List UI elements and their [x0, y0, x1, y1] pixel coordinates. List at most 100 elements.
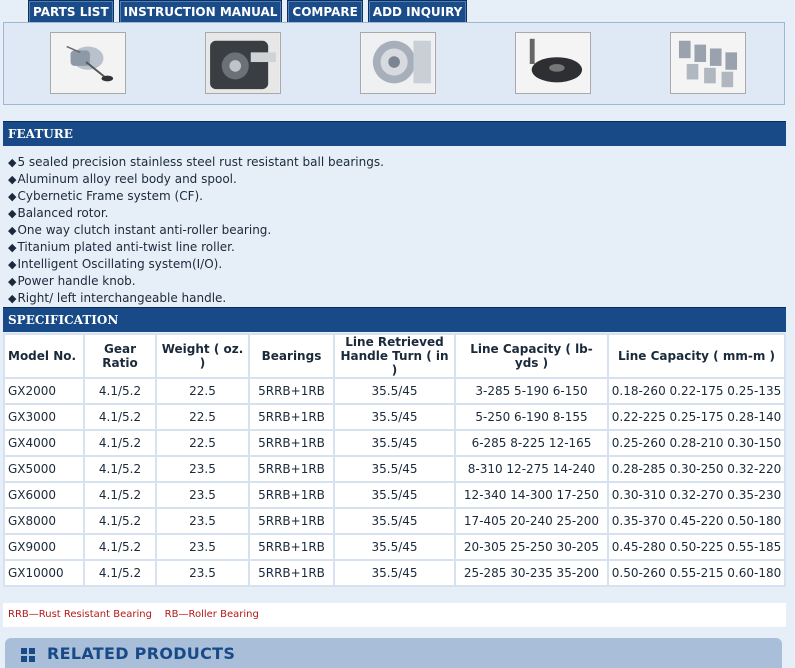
table-cell: 0.22-225 0.25-175 0.28-140 — [609, 405, 784, 429]
instruction-manual-button[interactable]: INSTRUCTION MANUAL — [118, 0, 283, 24]
feature-item: ◆Intelligent Oscillating system(I/O). — [8, 256, 384, 273]
table-cell: GX8000 — [5, 509, 83, 533]
table-cell: GX6000 — [5, 483, 83, 507]
feature-item-text: Cybernetic Frame system (CF). — [17, 189, 203, 203]
diamond-bullet-icon: ◆ — [8, 258, 17, 271]
table-cell: 0.35-370 0.45-220 0.50-180 — [609, 509, 784, 533]
feature-item: ◆One way clutch instant anti-roller bear… — [8, 222, 384, 239]
feature-item: ◆5 sealed precision stainless steel rust… — [8, 154, 384, 171]
table-cell: 35.5/45 — [335, 509, 454, 533]
parts-list-button[interactable]: PARTS LIST — [28, 0, 114, 24]
col-bearings: Bearings — [250, 335, 333, 377]
feature-item-text: Titanium plated anti-twist line roller. — [17, 240, 235, 254]
add-inquiry-button[interactable]: ADD INQUIRY — [367, 0, 468, 24]
feature-item-text: Intelligent Oscillating system(I/O). — [17, 257, 223, 271]
table-cell: 35.5/45 — [335, 561, 454, 585]
table-cell: 35.5/45 — [335, 431, 454, 455]
table-cell: 22.5 — [157, 431, 248, 455]
rotor-image — [361, 33, 435, 93]
handle-knob-thumbnail[interactable] — [515, 32, 591, 94]
table-cell: 4.1/5.2 — [85, 431, 155, 455]
table-cell: 22.5 — [157, 405, 248, 429]
table-row: GX8000 4.1/5.2 23.5 5RRB+1RB 35.5/45 17-405 2… — [5, 509, 784, 533]
compare-button[interactable]: COMPARE — [287, 0, 363, 24]
diamond-bullet-icon: ◆ — [8, 224, 17, 237]
table-cell: 4.1/5.2 — [85, 509, 155, 533]
feature-item: ◆Cybernetic Frame system (CF). — [8, 188, 384, 205]
feature-item-text: Right/ left interchangeable handle. — [17, 291, 227, 305]
table-cell: 5RRB+1RB — [250, 483, 333, 507]
table-cell: 35.5/45 — [335, 483, 454, 507]
feature-item-text: Balanced rotor. — [17, 206, 109, 220]
table-row: GX9000 4.1/5.2 23.5 5RRB+1RB 35.5/45 20-305 2… — [5, 535, 784, 559]
table-cell: 0.18-260 0.22-175 0.25-135 — [609, 379, 784, 403]
table-cell: 0.45-280 0.50-225 0.55-185 — [609, 535, 784, 559]
table-cell: 23.5 — [157, 457, 248, 481]
diamond-bullet-icon: ◆ — [8, 156, 17, 169]
table-cell: 23.5 — [157, 509, 248, 533]
table-cell: 20-305 25-250 30-205 — [456, 535, 607, 559]
table-cell: 12-340 14-300 17-250 — [456, 483, 607, 507]
diamond-bullet-icon: ◆ — [8, 173, 17, 186]
reel-thumbnail[interactable] — [50, 32, 126, 94]
table-cell: 5RRB+1RB — [250, 509, 333, 533]
table-cell: 5RRB+1RB — [250, 431, 333, 455]
feature-header: FEATURE — [3, 121, 786, 146]
table-cell: 35.5/45 — [335, 405, 454, 429]
table-cell: 4.1/5.2 — [85, 405, 155, 429]
table-cell: 35.5/45 — [335, 457, 454, 481]
col-weight: Weight ( oz. ) — [157, 335, 248, 377]
col-line-retrieved: Line Retrieved Handle Turn ( in ) — [335, 335, 454, 377]
table-cell: 6-285 8-225 12-165 — [456, 431, 607, 455]
table-cell: 0.30-310 0.32-270 0.35-230 — [609, 483, 784, 507]
table-row: GX4000 4.1/5.2 22.5 5RRB+1RB 35.5/45 6-285 8-… — [5, 431, 784, 455]
table-cell: 5-250 6-190 8-155 — [456, 405, 607, 429]
table-cell: GX10000 — [5, 561, 83, 585]
table-cell: 4.1/5.2 — [85, 457, 155, 481]
related-products-title: RELATED PRODUCTS — [47, 644, 236, 663]
table-cell: 4.1/5.2 — [85, 483, 155, 507]
feature-item-text: Power handle knob. — [17, 274, 136, 288]
reel-image — [51, 33, 125, 93]
table-cell: 0.28-285 0.30-250 0.32-220 — [609, 457, 784, 481]
col-line-capacity-lb: Line Capacity ( lb-yds ) — [456, 335, 607, 377]
related-products-header: RELATED PRODUCTS — [5, 638, 782, 668]
feature-item: ◆Right/ left interchangeable handle. — [8, 290, 384, 307]
table-cell: 4.1/5.2 — [85, 379, 155, 403]
table-cell: 8-310 12-275 14-240 — [456, 457, 607, 481]
feature-item-text: One way clutch instant anti-roller beari… — [17, 223, 272, 237]
feature-list: ◆5 sealed precision stainless steel rust… — [8, 154, 384, 307]
table-cell: 23.5 — [157, 561, 248, 585]
feature-item: ◆Balanced rotor. — [8, 205, 384, 222]
spools-image — [671, 33, 745, 93]
rotor-thumbnail[interactable] — [360, 32, 436, 94]
feature-item: ◆Titanium plated anti-twist line roller. — [8, 239, 384, 256]
feature-item-text: Aluminum alloy reel body and spool. — [17, 172, 237, 186]
table-cell: 35.5/45 — [335, 535, 454, 559]
table-cell: GX4000 — [5, 431, 83, 455]
table-cell: 25-285 30-235 35-200 — [456, 561, 607, 585]
table-cell: 4.1/5.2 — [85, 561, 155, 585]
table-cell: 3-285 5-190 6-150 — [456, 379, 607, 403]
table-cell: 17-405 20-240 25-200 — [456, 509, 607, 533]
table-cell: 0.25-260 0.28-210 0.30-150 — [609, 431, 784, 455]
spools-thumbnail[interactable] — [670, 32, 746, 94]
bearing-legend-note: RRB—Rust Resistant Bearing RB—Roller Bea… — [3, 603, 786, 627]
table-cell: 23.5 — [157, 483, 248, 507]
specification-header: SPECIFICATION — [3, 307, 786, 332]
grid-squares-icon — [21, 648, 35, 662]
specification-table: Model No. Gear Ratio Weight ( oz. ) Bear… — [3, 333, 786, 587]
table-header-row: Model No. Gear Ratio Weight ( oz. ) Bear… — [5, 335, 784, 377]
table-row: GX10000 4.1/5.2 23.5 5RRB+1RB 35.5/45 25-285 … — [5, 561, 784, 585]
table-cell: GX5000 — [5, 457, 83, 481]
table-cell: GX9000 — [5, 535, 83, 559]
table-row: GX3000 4.1/5.2 22.5 5RRB+1RB 35.5/45 5-250 6-… — [5, 405, 784, 429]
table-cell: GX3000 — [5, 405, 83, 429]
table-row: GX6000 4.1/5.2 23.5 5RRB+1RB 35.5/45 12-340 1… — [5, 483, 784, 507]
feature-item: ◆Aluminum alloy reel body and spool. — [8, 171, 384, 188]
diamond-bullet-icon: ◆ — [8, 207, 17, 220]
table-cell: 5RRB+1RB — [250, 561, 333, 585]
reel-body-thumbnail[interactable] — [205, 32, 281, 94]
diamond-bullet-icon: ◆ — [8, 241, 17, 254]
table-cell: 35.5/45 — [335, 379, 454, 403]
